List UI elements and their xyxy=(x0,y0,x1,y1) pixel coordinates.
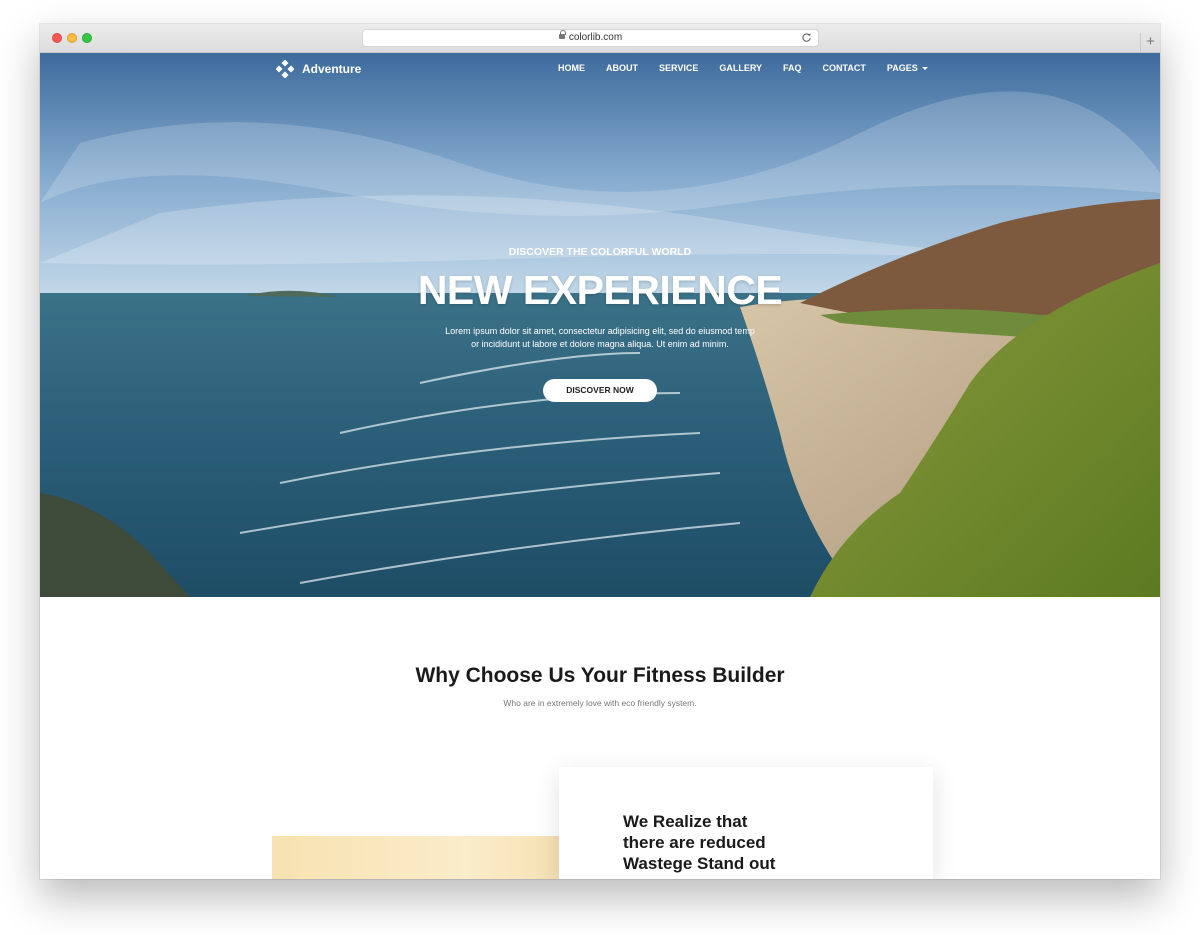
maximize-window-button[interactable] xyxy=(82,33,92,43)
close-window-button[interactable] xyxy=(52,33,62,43)
hero-description-line2: or incididunt ut labore et dolore magna … xyxy=(471,339,729,349)
nav-item-faq[interactable]: FAQ xyxy=(783,63,802,73)
feature-heading: We Realize that there are reduced Wasteg… xyxy=(623,811,823,874)
feature-heading-line2: there are reduced xyxy=(623,833,766,852)
main-navigation: Adventure HOME ABOUT SERVICE GALLERY FAQ… xyxy=(40,53,1160,83)
nav-item-pages[interactable]: PAGES xyxy=(887,63,928,73)
nav-item-gallery[interactable]: GALLERY xyxy=(719,63,762,73)
new-tab-button[interactable]: + xyxy=(1140,33,1160,53)
section-title: Why Choose Us Your Fitness Builder xyxy=(415,664,785,687)
brand-name: Adventure xyxy=(302,62,362,76)
hero-description-line1: Lorem ipsum dolor sit amet, consectetur … xyxy=(445,326,755,336)
feature-image xyxy=(272,836,596,879)
lock-icon xyxy=(558,30,566,39)
nav-item-pages-label: PAGES xyxy=(886,63,918,73)
discover-now-button[interactable]: DISCOVER NOW xyxy=(543,379,657,402)
minimize-window-button[interactable] xyxy=(67,33,77,43)
section-subtitle: Who are in extremely love with eco frien… xyxy=(503,698,697,708)
hero-eyebrow: DISCOVER THE COLORFUL WORLD xyxy=(508,246,692,258)
feature-card: We Realize that there are reduced Wasteg… xyxy=(559,767,933,879)
url-text: colorlib.com xyxy=(568,32,623,43)
brand-logo[interactable]: Adventure xyxy=(276,60,361,78)
nav-item-about[interactable]: ABOUT xyxy=(606,63,638,73)
nav-menu: HOME ABOUT SERVICE GALLERY FAQ CONTACT P… xyxy=(558,63,928,73)
hero-section: Adventure HOME ABOUT SERVICE GALLERY FAQ… xyxy=(40,53,1160,597)
nav-item-contact[interactable]: CONTACT xyxy=(823,63,866,73)
browser-window: colorlib.com + Adventure HOME ABOUT SERV… xyxy=(40,24,1160,879)
feature-heading-line3: Wastege Stand out xyxy=(623,854,776,873)
hero-title: NEW EXPERIENCE xyxy=(417,267,783,313)
nav-item-service[interactable]: SERVICE xyxy=(659,63,698,73)
feature-heading-line1: We Realize that xyxy=(623,812,748,831)
caret-down-icon xyxy=(921,67,928,70)
reload-icon[interactable] xyxy=(801,32,812,43)
diamond-logo-icon xyxy=(276,60,294,78)
hero-description: Lorem ipsum dolor sit amet, consectetur … xyxy=(40,325,1160,351)
browser-titlebar: colorlib.com + xyxy=(40,24,1160,53)
address-bar[interactable]: colorlib.com xyxy=(362,29,819,47)
nav-item-home[interactable]: HOME xyxy=(558,63,585,73)
